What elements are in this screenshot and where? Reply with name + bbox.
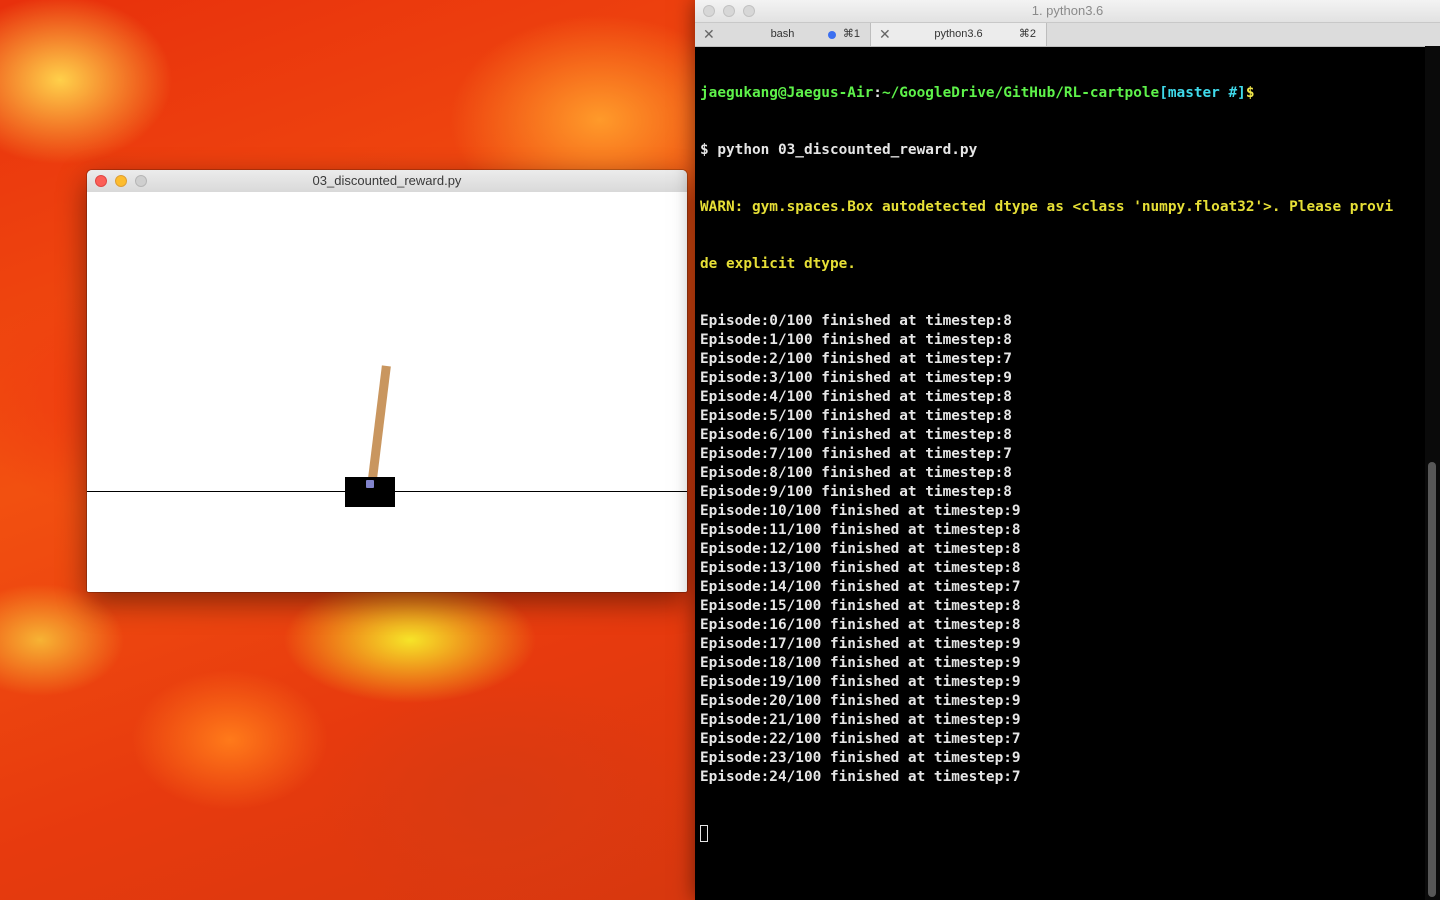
minimize-button[interactable]	[723, 5, 735, 17]
input-line[interactable]	[700, 825, 1425, 844]
cartpole-render-window[interactable]: 03_discounted_reward.py	[87, 170, 687, 592]
window-title: 03_discounted_reward.py	[312, 173, 462, 188]
prompt-colon: :	[873, 85, 882, 101]
tab-bash[interactable]: ✕ bash ⌘1	[695, 23, 871, 46]
terminal-title: 1. python3.6	[1031, 3, 1104, 18]
text-cursor	[700, 825, 708, 842]
pole	[367, 365, 391, 488]
output-line: Episode:2/100 finished at timestep:7	[700, 351, 1012, 367]
output-line: Episode:23/100 finished at timestep:9	[700, 750, 1021, 766]
tab-label: bash	[770, 28, 795, 40]
output-line: Episode:6/100 finished at timestep:8	[700, 427, 1012, 443]
output-line: Episode:14/100 finished at timestep:7	[700, 579, 1021, 595]
prompt-branch: [master #]	[1159, 85, 1246, 101]
window-titlebar[interactable]: 03_discounted_reward.py	[87, 170, 687, 193]
output-line: Episode:7/100 finished at timestep:7	[700, 446, 1012, 462]
tab-python[interactable]: ✕ python3.6 ⌘2	[871, 23, 1047, 46]
warning-line: de explicit dtype.	[700, 256, 856, 272]
zoom-button[interactable]	[743, 5, 755, 17]
output-line: Episode:5/100 finished at timestep:8	[700, 408, 1012, 424]
output-line: Episode:9/100 finished at timestep:8	[700, 484, 1012, 500]
axle	[366, 480, 374, 488]
output-line: Episode:12/100 finished at timestep:8	[700, 541, 1021, 557]
output-line: Episode:4/100 finished at timestep:8	[700, 389, 1012, 405]
warning-line: WARN: gym.spaces.Box autodetected dtype …	[700, 199, 1394, 215]
output-line: Episode:20/100 finished at timestep:9	[700, 693, 1021, 709]
close-button[interactable]	[703, 5, 715, 17]
output-line: Episode:11/100 finished at timestep:8	[700, 522, 1021, 538]
terminal-titlebar[interactable]: 1. python3.6	[695, 0, 1440, 23]
output-line: Episode:8/100 finished at timestep:8	[700, 465, 1012, 481]
tab-shortcut: ⌘2	[1018, 28, 1036, 40]
output-line: Episode:19/100 finished at timestep:9	[700, 674, 1021, 690]
tab-label: python3.6	[934, 28, 983, 40]
output-line: Episode:3/100 finished at timestep:9	[700, 370, 1012, 386]
output-line: Episode:22/100 finished at timestep:7	[700, 731, 1021, 747]
command-line: $ python 03_discounted_reward.py	[700, 142, 978, 158]
output-line: Episode:17/100 finished at timestep:9	[700, 636, 1021, 652]
minimize-button[interactable]	[115, 175, 127, 187]
close-tab-icon[interactable]: ✕	[879, 23, 891, 46]
output-line: Episode:18/100 finished at timestep:9	[700, 655, 1021, 671]
output-line: Episode:13/100 finished at timestep:8	[700, 560, 1021, 576]
output-line: Episode:21/100 finished at timestep:9	[700, 712, 1021, 728]
output-line: Episode:24/100 finished at timestep:7	[700, 769, 1021, 785]
output-line: Episode:16/100 finished at timestep:8	[700, 617, 1021, 633]
zoom-button[interactable]	[135, 175, 147, 187]
prompt-user-host: jaegukang@Jaegus-Air	[700, 85, 874, 101]
tab-shortcut: ⌘1	[842, 28, 860, 40]
output-line: Episode:10/100 finished at timestep:9	[700, 503, 1021, 519]
prompt-dollar: $	[1245, 85, 1255, 101]
activity-dot-icon	[828, 31, 836, 39]
episode-output: Episode:0/100 finished at timestep:8 Epis…	[700, 312, 1425, 787]
close-button[interactable]	[95, 175, 107, 187]
close-tab-icon[interactable]: ✕	[703, 23, 715, 46]
terminal-window[interactable]: 1. python3.6 ✕ bash ⌘1 ✕ python3.6 ⌘2 ja…	[695, 0, 1440, 900]
output-line: Episode:15/100 finished at timestep:8	[700, 598, 1021, 614]
tab-bar: ✕ bash ⌘1 ✕ python3.6 ⌘2	[695, 23, 1440, 47]
terminal-output[interactable]: jaegukang@Jaegus-Air:~/GoogleDrive/GitHu…	[700, 46, 1425, 882]
prompt-path: ~/GoogleDrive/GitHub/RL-cartpole	[881, 85, 1160, 101]
scrollbar-thumb[interactable]	[1428, 462, 1436, 897]
output-line: Episode:0/100 finished at timestep:8	[700, 313, 1012, 329]
prompt-line: jaegukang@Jaegus-Air:~/GoogleDrive/GitHu…	[700, 84, 1425, 103]
output-line: Episode:1/100 finished at timestep:8	[700, 332, 1012, 348]
render-canvas	[87, 192, 687, 592]
